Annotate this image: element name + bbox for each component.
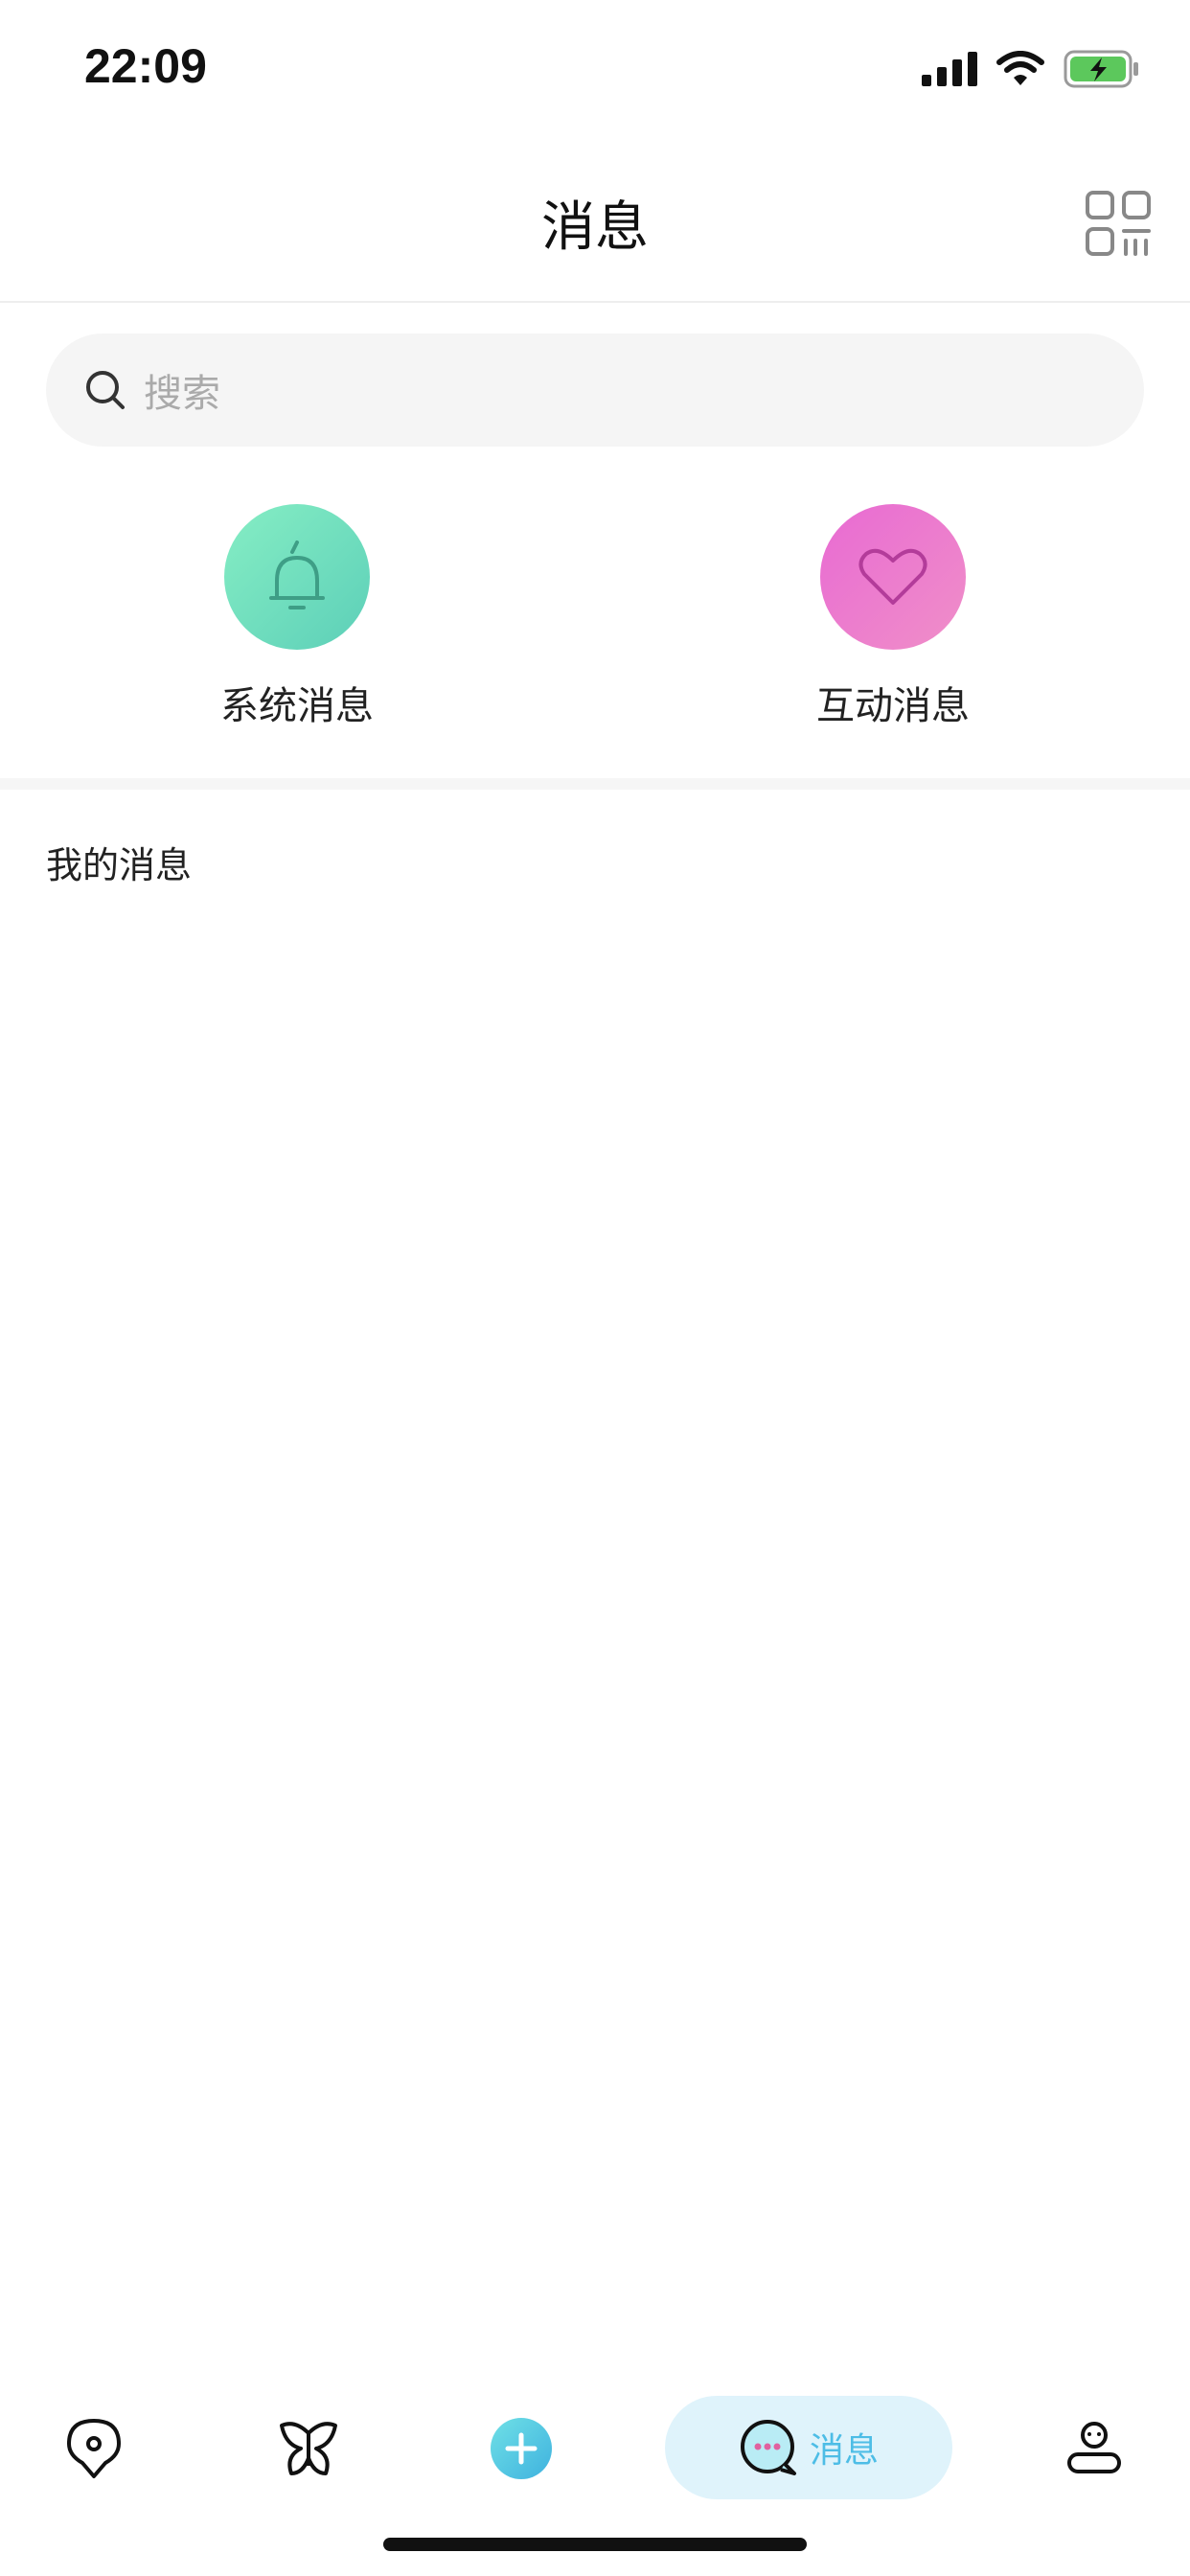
interaction-messages-button[interactable]: 互动消息 bbox=[788, 504, 998, 730]
status-time: 22:09 bbox=[84, 39, 207, 93]
status-icons bbox=[922, 50, 1140, 88]
search-placeholder: 搜索 bbox=[144, 372, 220, 416]
my-messages-heading: 我的消息 bbox=[46, 844, 193, 886]
tab-bar: 消息 bbox=[0, 2377, 1190, 2520]
chat-bubble-icon bbox=[740, 2420, 796, 2475]
add-icon bbox=[491, 2418, 552, 2479]
search-icon bbox=[86, 371, 125, 409]
battery-charging-icon bbox=[1064, 50, 1138, 88]
tab-profile[interactable] bbox=[1056, 2377, 1133, 2520]
section-divider bbox=[0, 778, 1190, 790]
tab-messages-label: 消息 bbox=[809, 2431, 879, 2471]
system-messages-circle bbox=[224, 504, 370, 650]
butterfly-icon bbox=[280, 2422, 337, 2475]
system-messages-button[interactable]: 系统消息 bbox=[192, 504, 402, 730]
signal-icon bbox=[922, 52, 977, 86]
qr-code-button[interactable] bbox=[1085, 190, 1152, 257]
interaction-messages-label: 互动消息 bbox=[816, 684, 970, 728]
search-input[interactable]: 搜索 bbox=[46, 334, 1144, 447]
tab-location[interactable] bbox=[56, 2377, 132, 2520]
tab-butterfly[interactable] bbox=[270, 2377, 347, 2520]
profile-icon bbox=[1067, 2422, 1121, 2473]
location-pin-icon bbox=[67, 2419, 121, 2478]
bell-icon bbox=[269, 540, 325, 610]
heart-icon bbox=[858, 548, 927, 605]
status-bar: 22:09 bbox=[0, 0, 1190, 134]
tab-messages[interactable]: 消息 bbox=[665, 2396, 952, 2499]
qr-code-icon bbox=[1086, 191, 1151, 256]
interaction-messages-circle bbox=[820, 504, 966, 650]
wifi-icon bbox=[996, 51, 1044, 85]
tab-add[interactable] bbox=[483, 2377, 560, 2520]
page-title: 消息 bbox=[541, 196, 649, 259]
nav-bar: 消息 bbox=[0, 144, 1190, 303]
home-indicator bbox=[383, 2538, 807, 2551]
system-messages-label: 系统消息 bbox=[220, 684, 374, 728]
